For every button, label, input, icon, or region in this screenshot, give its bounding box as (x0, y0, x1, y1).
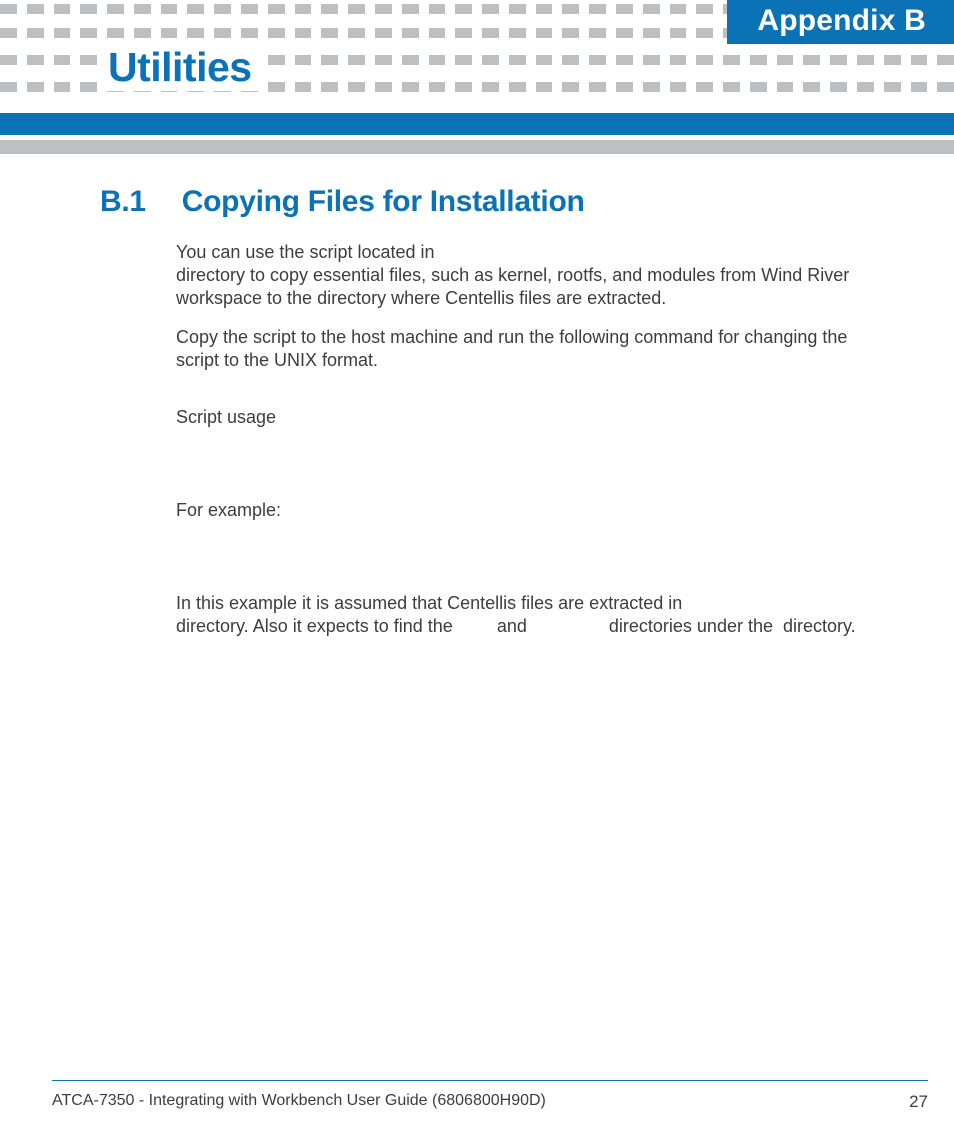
body-text: You can use the script located in direct… (100, 241, 870, 638)
section-number: B.1 (100, 185, 146, 219)
paragraph-3: Script usage (176, 406, 870, 429)
header-rule-blue (0, 113, 954, 135)
section-heading: B.1 Copying Files for Installation (100, 185, 870, 219)
paragraph-2: Copy the script to the host machine and … (176, 326, 870, 372)
header-rule-grey (0, 140, 954, 154)
content-area: B.1 Copying Files for Installation You c… (100, 185, 870, 654)
text-run: You can use the script located in (176, 242, 440, 262)
appendix-label: Appendix B (727, 0, 954, 44)
text-run: directory. (783, 616, 856, 636)
page-footer: ATCA-7350 - Integrating with Workbench U… (52, 1092, 928, 1112)
text-run: directory to copy essential files, such … (176, 265, 849, 308)
paragraph-1: You can use the script located in direct… (176, 241, 870, 310)
paragraph-5: In this example it is assumed that Cente… (176, 592, 870, 638)
text-run: In this example it is assumed that Cente… (176, 593, 687, 613)
footer-rule (52, 1080, 928, 1081)
text-run: directory. Also it expects to find the (176, 616, 458, 636)
footer-doc-title: ATCA-7350 - Integrating with Workbench U… (52, 1092, 546, 1112)
paragraph-4: For example: (176, 499, 870, 522)
text-run: directories under the (609, 616, 778, 636)
section-title: Copying Files for Installation (182, 185, 585, 219)
document-page: { "header": { "appendix_label": "Appendi… (0, 0, 954, 1145)
page-number: 27 (909, 1092, 928, 1112)
text-run: and (497, 616, 532, 636)
chapter-title: Utilities (100, 44, 260, 91)
